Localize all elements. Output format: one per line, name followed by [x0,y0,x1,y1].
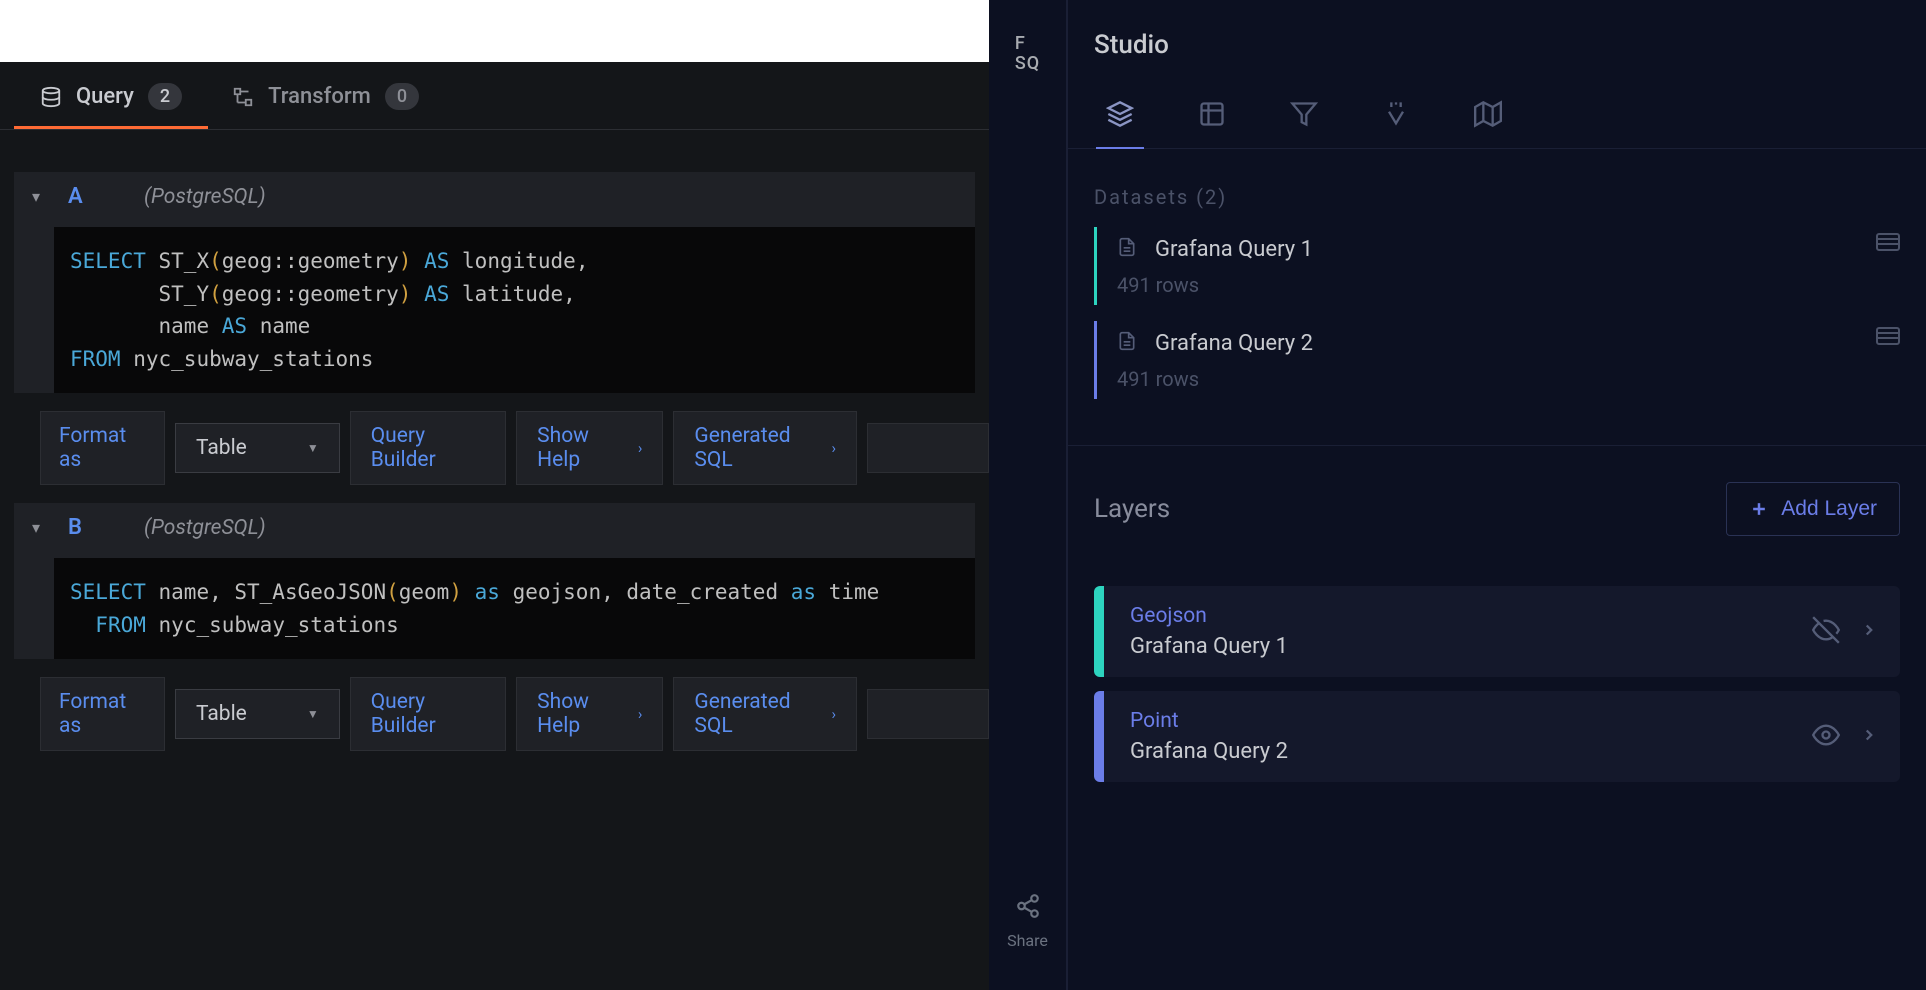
share-section[interactable]: Share [1007,893,1048,950]
chevron-down-icon: ▾ [32,518,40,537]
datasets-section: Datasets (2) Grafana Query 1 491 rows [1068,149,1926,446]
studio-tab-columns[interactable] [1188,84,1236,148]
studio-title: Studio [1068,30,1926,84]
studio-tab-interaction[interactable] [1372,84,1420,148]
dataset-item[interactable]: Grafana Query 2 491 rows [1094,321,1900,399]
dataset-item[interactable]: Grafana Query 1 491 rows [1094,227,1900,305]
layer-name: Grafana Query 1 [1130,634,1812,659]
studio-tab-filter[interactable] [1280,84,1328,148]
layers-header: Layers Add Layer [1094,482,1900,536]
datasets-label: Datasets (2) [1094,185,1900,209]
query-header-a[interactable]: ▾ A (PostgreSQL) [14,172,975,221]
tab-transform[interactable]: Transform 0 [232,83,419,128]
format-as-label: Format as [40,411,165,485]
share-icon [1015,893,1041,923]
dataset-badge-icon [1876,327,1900,349]
query-letter-b: B [68,515,88,540]
sql-editor-b[interactable]: SELECT name, ST_AsGeoJSON(geom) as geojs… [54,558,975,659]
query-builder-button[interactable]: Query Builder [350,411,506,485]
query-actions-b: Format as Table ▼ Query Builder Show Hel… [0,659,989,769]
chevron-down-icon: ▾ [32,187,40,206]
layer-type: Geojson [1130,604,1812,628]
query-db-a: (PostgreSQL) [144,185,266,209]
add-layer-button[interactable]: Add Layer [1726,482,1900,536]
query-header-b[interactable]: ▾ B (PostgreSQL) [14,503,975,552]
query-letter-a: A [68,184,88,209]
top-whitespace [0,0,989,62]
left-rail: F SQ Share [989,0,1067,990]
file-icon [1117,329,1137,357]
extra-action[interactable] [867,423,989,473]
chevron-right-icon[interactable] [1860,726,1878,748]
tab-query-badge: 2 [148,83,182,110]
layer-card[interactable]: Geojson Grafana Query 1 [1094,586,1900,677]
layer-name: Grafana Query 2 [1130,739,1812,764]
eye-icon[interactable] [1812,721,1840,753]
chevron-right-icon: › [831,439,836,457]
generated-sql-button[interactable]: Generated SQL › [673,411,857,485]
dataset-rows: 491 rows [1117,367,1900,391]
studio-tab-map[interactable] [1464,84,1512,148]
chevron-right-icon: › [831,705,836,723]
format-select-a[interactable]: Table ▼ [175,423,340,473]
layer-type: Point [1130,709,1812,733]
layer-card[interactable]: Point Grafana Query 2 [1094,691,1900,782]
tab-query-label: Query [76,84,134,109]
sql-editor-a[interactable]: SELECT ST_X(geog::geometry) AS longitude… [54,227,975,393]
right-container: F SQ Share Studio [989,0,1926,990]
dataset-name: Grafana Query 1 [1155,237,1313,262]
studio-panel: Studio Datasets (2) [1067,0,1926,990]
dataset-badge-icon [1876,233,1900,255]
chevron-right-icon: › [638,439,643,457]
file-icon [1117,235,1137,263]
generated-sql-button[interactable]: Generated SQL › [673,677,857,751]
show-help-button[interactable]: Show Help › [516,677,663,751]
database-icon [40,86,62,108]
caret-down-icon: ▼ [307,441,319,455]
query-area: Query 2 Transform 0 ▾ A [0,62,989,990]
caret-down-icon: ▼ [307,707,319,721]
tab-transform-label: Transform [268,84,371,109]
format-value: Table [196,702,247,726]
tab-query[interactable]: Query 2 [40,83,182,128]
chevron-right-icon: › [638,705,643,723]
query-editor-panel: Query 2 Transform 0 ▾ A [0,0,989,990]
query-block-a: ▾ A (PostgreSQL) SELECT ST_X(geog::geome… [14,172,975,393]
layers-section: Layers Add Layer Geojson Grafana Query 1 [1068,446,1926,782]
share-label: Share [1007,931,1048,950]
query-actions-a: Format as Table ▼ Query Builder Show Hel… [0,393,989,503]
studio-tab-layers[interactable] [1096,84,1144,148]
dataset-name: Grafana Query 2 [1155,331,1313,356]
format-select-b[interactable]: Table ▼ [175,689,340,739]
fsq-logo: F SQ [1015,34,1040,74]
chevron-right-icon[interactable] [1860,621,1878,643]
editor-tabs: Query 2 Transform 0 [0,62,989,130]
transform-icon [232,86,254,108]
format-value: Table [196,436,247,460]
extra-action[interactable] [867,689,989,739]
tab-transform-badge: 0 [385,83,419,110]
query-block-b: ▾ B (PostgreSQL) SELECT name, ST_AsGeoJS… [14,503,975,659]
format-as-label: Format as [40,677,165,751]
studio-tabs [1068,84,1926,149]
show-help-button[interactable]: Show Help › [516,411,663,485]
layers-title: Layers [1094,494,1170,524]
query-builder-button[interactable]: Query Builder [350,677,506,751]
dataset-rows: 491 rows [1117,273,1900,297]
eye-off-icon[interactable] [1812,616,1840,648]
query-db-b: (PostgreSQL) [144,516,266,540]
